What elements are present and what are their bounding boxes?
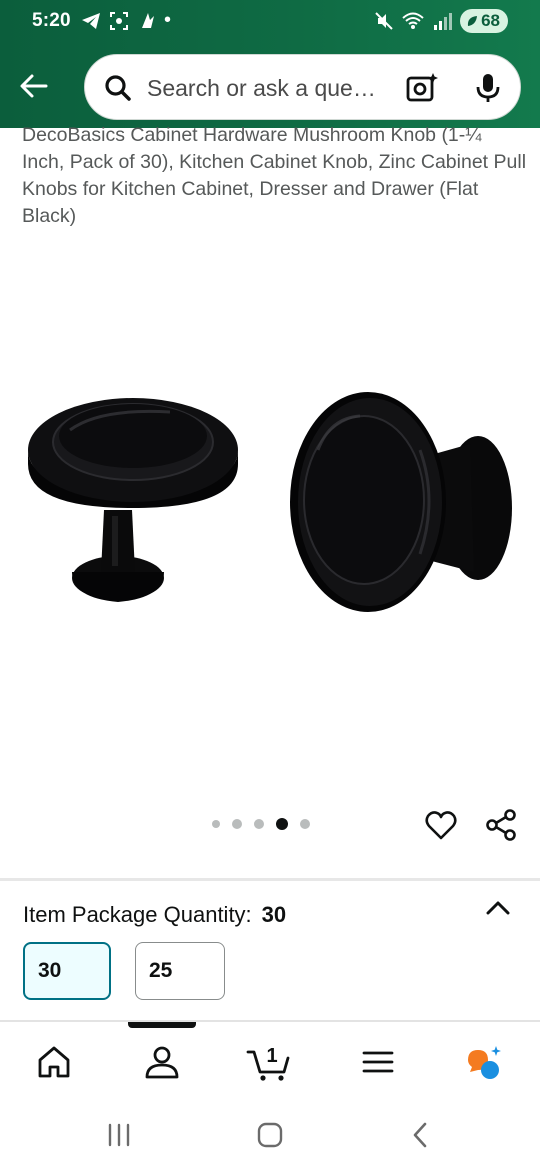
- product-title[interactable]: DecoBasics Cabinet Hardware Mushroom Kno…: [22, 122, 527, 230]
- recent-apps-icon[interactable]: [104, 1120, 134, 1150]
- home-button-icon[interactable]: [255, 1120, 285, 1150]
- quantity-option-30[interactable]: 30: [23, 942, 111, 1000]
- microphone-icon[interactable]: [471, 71, 505, 105]
- battery-leaf-icon: [467, 16, 478, 26]
- quantity-label-text: Item Package Quantity:: [23, 902, 252, 927]
- status-notification-icons: •: [80, 9, 171, 32]
- heart-icon[interactable]: [424, 808, 458, 842]
- mute-icon: [375, 12, 393, 30]
- home-icon[interactable]: [34, 1042, 74, 1082]
- active-tab-indicator: [128, 1022, 196, 1028]
- cart-count: 1: [266, 1045, 277, 1067]
- signal-icon: [434, 13, 453, 30]
- quantity-option-25[interactable]: 25: [135, 942, 225, 1000]
- camera-lens-icon[interactable]: [405, 71, 439, 105]
- item-package-quantity-label: Item Package Quantity: 30: [23, 902, 286, 928]
- rufus-icon[interactable]: [464, 1042, 504, 1082]
- wifi-icon: [402, 12, 424, 29]
- search-input[interactable]: Search or ask a question: [147, 75, 387, 102]
- screenshot-icon: [110, 11, 128, 30]
- search-icon: [105, 75, 131, 101]
- notification-dot: •: [164, 9, 172, 31]
- right-knob-illustration: [290, 392, 512, 612]
- app-header: 5:20 • 68 Search or ask a question: [0, 0, 540, 128]
- carousel-dot[interactable]: [300, 819, 310, 829]
- carousel-dot[interactable]: [212, 820, 220, 828]
- account-icon[interactable]: [142, 1042, 182, 1082]
- search-bar[interactable]: Search or ask a question: [84, 54, 521, 120]
- system-navigation-bar: [0, 1102, 540, 1170]
- product-image[interactable]: [0, 340, 540, 640]
- status-system-icons: 68: [374, 9, 508, 33]
- share-icon[interactable]: [484, 808, 518, 842]
- left-knob-illustration: [28, 398, 238, 602]
- carousel-dot-active[interactable]: [276, 818, 288, 830]
- bottom-navigation: 1: [0, 1022, 540, 1102]
- back-arrow-icon[interactable]: [16, 68, 52, 104]
- carousel-dot[interactable]: [232, 819, 242, 829]
- battery-level: 68: [481, 11, 500, 30]
- telegram-icon: [82, 12, 100, 29]
- image-carousel-dots[interactable]: [212, 818, 310, 830]
- chevron-up-icon[interactable]: [484, 895, 512, 921]
- app-notification-icon: [142, 12, 154, 28]
- status-time: 5:20: [32, 10, 71, 31]
- menu-icon[interactable]: [358, 1042, 398, 1082]
- system-back-icon[interactable]: [406, 1120, 436, 1150]
- cart-icon[interactable]: 1: [246, 1042, 292, 1082]
- section-divider: [0, 878, 540, 881]
- battery-indicator: 68: [460, 9, 508, 33]
- quantity-selected-value: 30: [261, 902, 287, 927]
- status-bar: 5:20 • 68: [0, 0, 540, 44]
- carousel-dot[interactable]: [254, 819, 264, 829]
